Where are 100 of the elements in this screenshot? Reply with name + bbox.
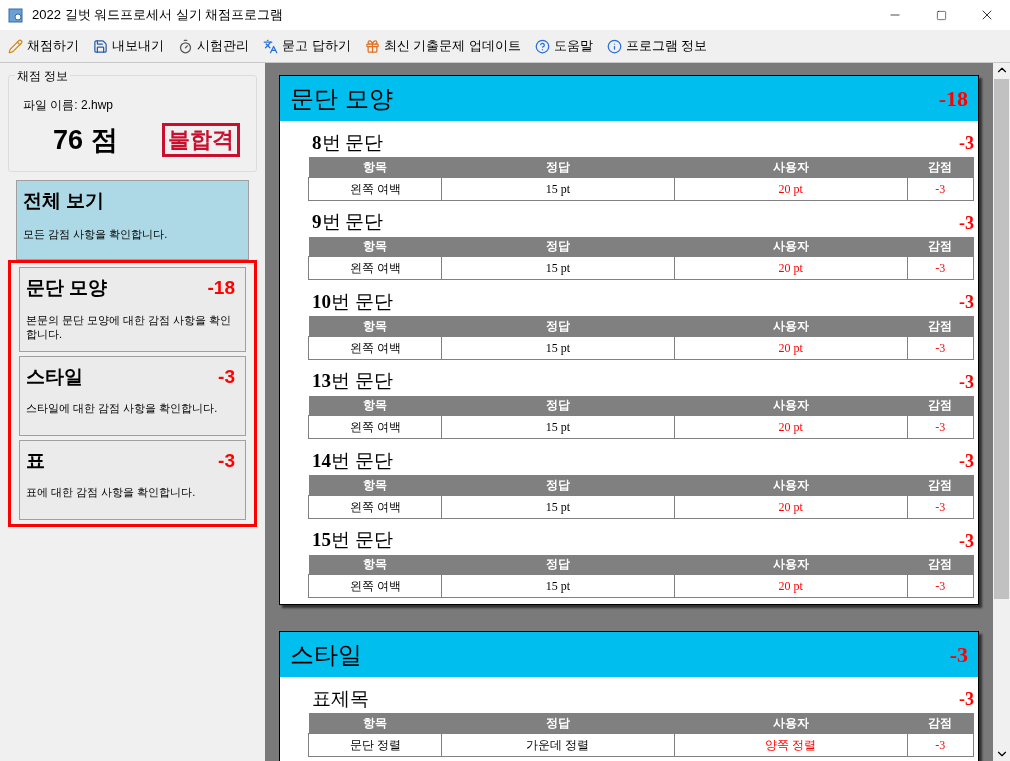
column-header: 감점 [907,713,974,733]
item-deduction: -3 [959,132,974,155]
table-cell: -3 [907,733,974,756]
table-cell: 20 pt [674,336,907,359]
column-header: 항목 [308,395,442,416]
category-title: 스타일 [26,364,83,389]
category-card[interactable]: 전체 보기 모든 감점 사항을 확인합니다. [16,180,249,260]
column-header: 정답 [441,157,675,177]
table-cell: 20 pt [674,256,907,280]
toolbar-button[interactable]: 최신 기출문제 업데이트 [364,36,521,56]
item-deduction: -3 [959,529,974,553]
table-cell: 15 pt [441,177,675,200]
table-cell: 20 pt [674,495,907,518]
info-icon [606,38,622,54]
category-title: 문단 모양 [26,276,108,300]
column-header: 사용자 [674,316,907,336]
column-header: 정답 [441,554,675,575]
gift-icon [364,38,380,54]
item-deduction: -3 [959,291,974,314]
item-deduction: -3 [959,450,974,473]
item-deduction: -3 [959,370,974,394]
category-title: 표 [26,448,45,473]
table-cell: 20 pt [674,177,907,200]
table-cell: 15 pt [441,495,675,518]
category-description: 모든 감점 사항을 확인합니다. [23,226,169,242]
toolbar-button[interactable]: 묻고 답하기 [263,36,351,56]
section-title: 스타일 [290,639,362,670]
table-cell: -3 [907,415,974,439]
column-header: 사용자 [674,395,907,416]
table-cell: 왼쪽 여백 [308,256,442,280]
table-cell: 가운데 정렬 [441,733,675,756]
item-title: 14번 문단 [312,448,393,473]
category-card[interactable]: 표 -3 표에 대한 감점 사항을 확인합니다. [19,439,246,520]
toolbar-button[interactable]: 도움말 [534,36,593,56]
pencil-icon [8,38,23,54]
column-header: 사용자 [674,554,907,575]
table-cell: -3 [907,177,974,200]
table-cell: 20 pt [674,415,907,439]
scrollbar-thumb[interactable] [994,79,1009,599]
item-deduction: -3 [959,211,974,235]
table-cell: 왼쪽 여백 [308,177,442,200]
section-title: 문단 모양 [290,83,393,114]
section-deduction: -3 [949,641,968,669]
column-header: 감점 [907,316,974,336]
item-title: 8번 문단 [312,130,384,155]
toolbar-button[interactable]: 채점하기 [8,36,79,56]
toolbar-button[interactable]: 프로그램 정보 [606,36,708,56]
table-cell: 문단 정렬 [308,733,442,756]
column-header: 사용자 [674,157,907,177]
table-cell: 왼쪽 여백 [308,495,442,518]
category-description: 본문의 문단 모양에 대한 감점 사항을 확인합니다. [26,312,233,341]
table-cell: 20 pt [674,574,907,598]
column-header: 감점 [907,395,974,416]
column-header: 항목 [308,316,442,336]
category-card[interactable]: 문단 모양 -18 본문의 문단 모양에 대한 감점 사항을 확인합니다. [19,267,246,352]
column-header: 정답 [441,713,675,733]
column-header: 항목 [308,554,442,575]
table-cell: -3 [907,574,974,598]
table-cell: 15 pt [441,256,675,280]
toolbar-button[interactable]: 내보내기 [93,36,164,56]
score-value: 76 점 [53,124,118,157]
item-title: 15번 문단 [312,528,393,552]
category-deduction: -3 [218,364,235,389]
category-card[interactable]: 스타일 -3 스타일에 대한 감점 사항을 확인합니다. [19,355,246,436]
column-header: 정답 [441,395,675,416]
column-header: 감점 [907,475,974,495]
fail-stamp: 불합격 [162,123,240,158]
table-cell: 15 pt [441,574,675,598]
column-header: 항목 [308,157,442,177]
help-icon [534,38,550,54]
translate-icon [263,38,278,54]
stopwatch-icon [178,38,193,54]
maximize-icon [935,9,947,21]
column-header: 사용자 [674,713,907,733]
column-header: 감점 [907,236,974,257]
table-cell: -3 [907,256,974,280]
item-deduction: -3 [959,688,974,711]
column-header: 항목 [308,236,442,257]
section-deduction: -18 [938,85,968,113]
table-cell: -3 [907,336,974,359]
app-icon [8,7,24,23]
column-header: 정답 [441,316,675,336]
table-cell: 15 pt [441,415,675,439]
table-cell: 왼쪽 여백 [308,574,442,598]
item-title: 9번 문단 [312,210,384,234]
column-header: 감점 [907,157,974,177]
column-header: 사용자 [674,236,907,257]
table-cell: 왼쪽 여백 [308,415,442,439]
item-title: 13번 문단 [312,369,393,393]
file-name: 파일 이름: 2.hwp [23,97,115,114]
category-title: 전체 보기 [23,189,106,213]
window-title: 2022 길벗 워드프로세서 실기 채점프로그램 [32,6,284,25]
category-description: 스타일에 대한 감점 사항을 확인합니다. [26,401,219,415]
column-header: 항목 [308,713,442,733]
category-deduction: -18 [207,276,235,300]
table-cell: 양쪽 정렬 [674,733,907,756]
column-header: 항목 [308,475,442,495]
table-cell: 15 pt [441,336,675,359]
toolbar-button[interactable]: 시험관리 [178,36,249,56]
table-cell: -3 [907,495,974,518]
